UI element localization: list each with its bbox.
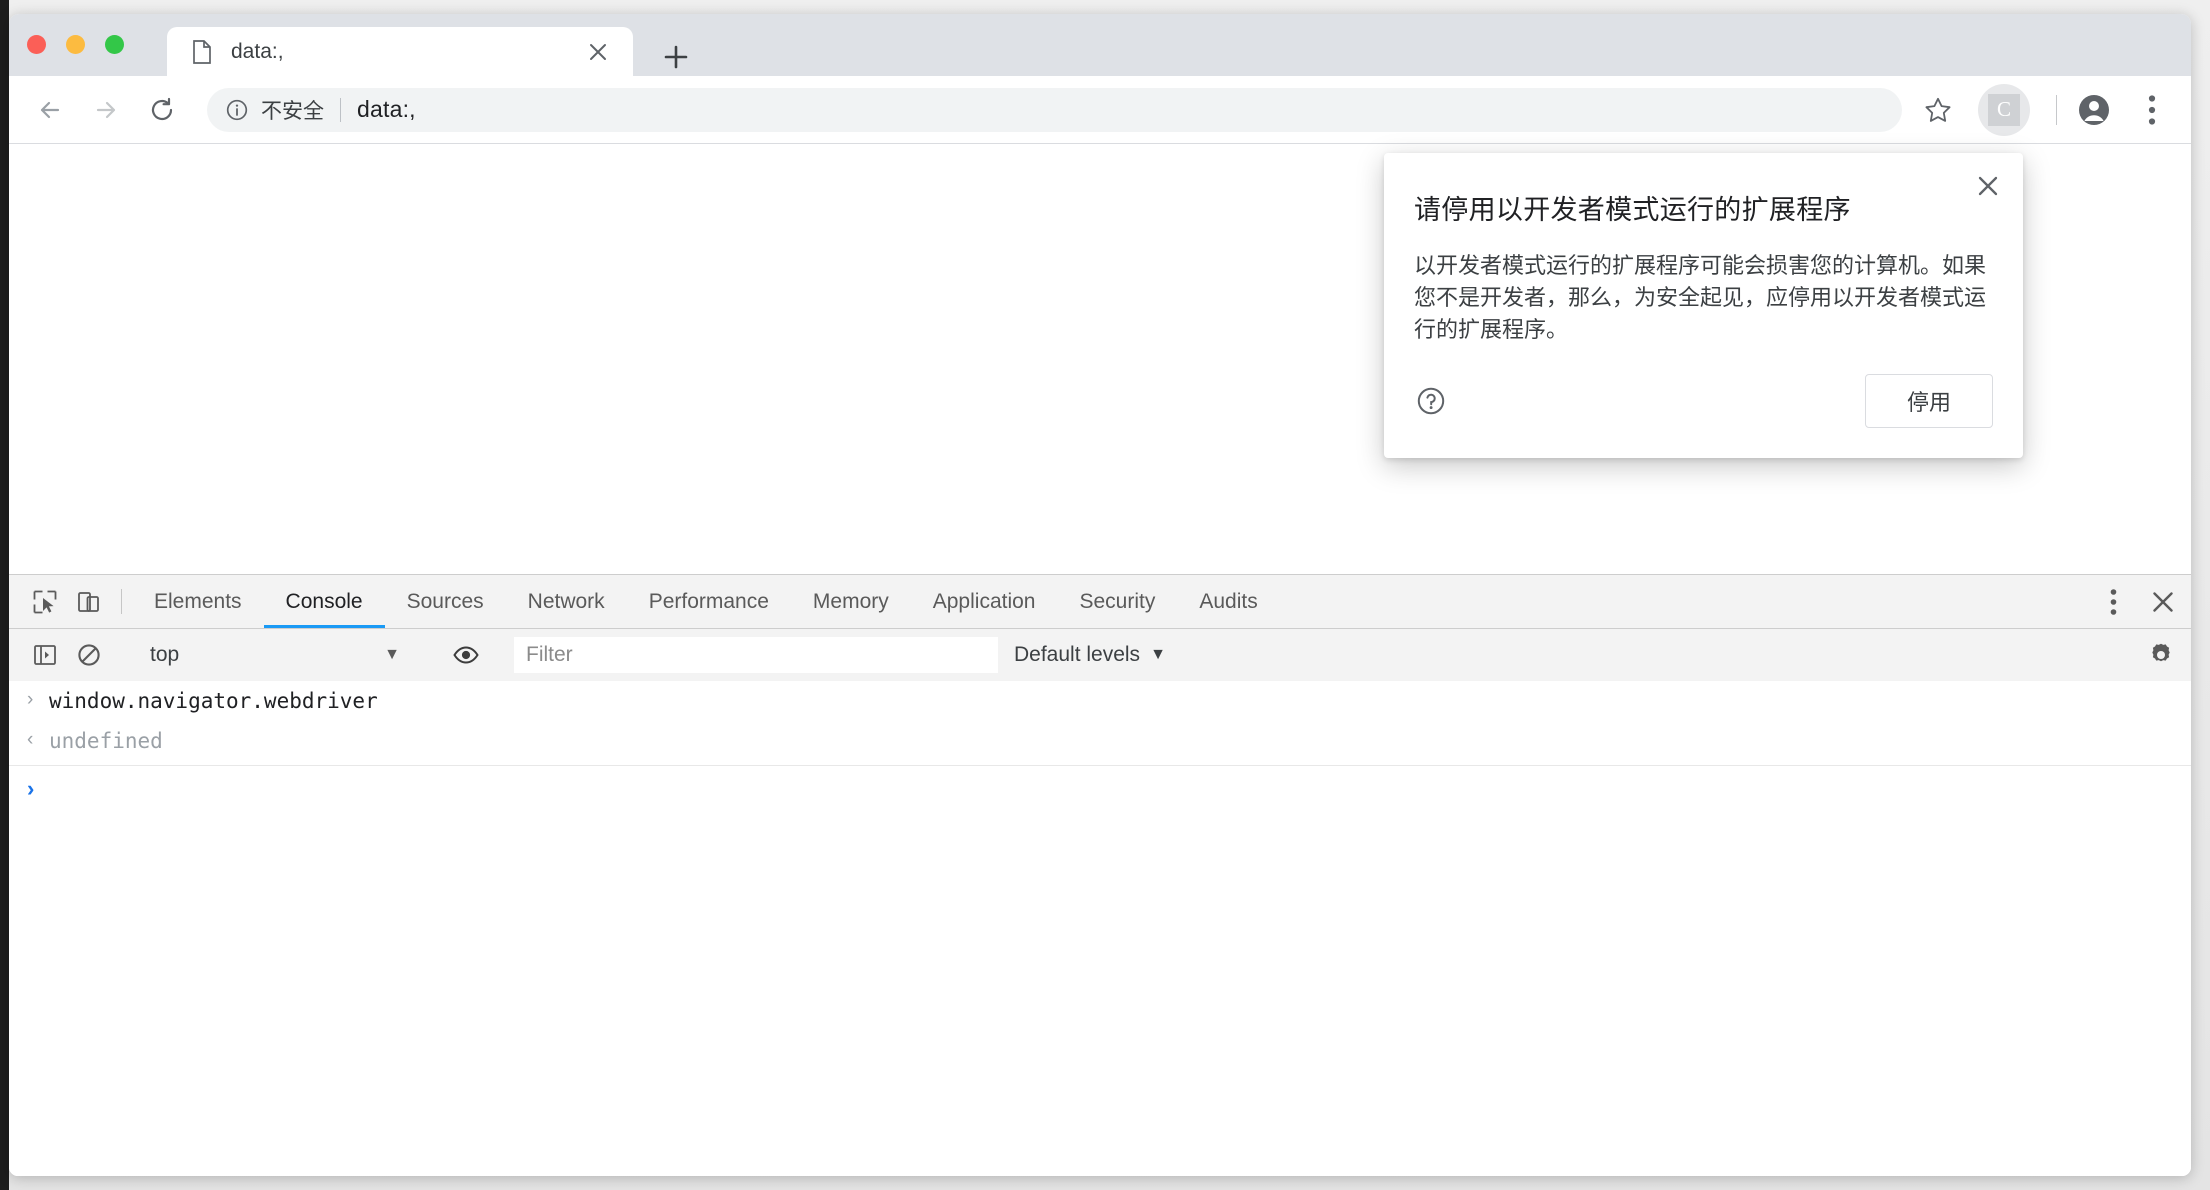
star-icon[interactable] <box>1920 92 1956 128</box>
chevron-down-icon: ▼ <box>384 646 400 663</box>
devtools-tab-elements[interactable]: Elements <box>132 575 264 628</box>
console-prompt-caret-icon: › <box>27 775 35 801</box>
devtools-tab-memory[interactable]: Memory <box>791 575 911 628</box>
new-tab-button[interactable] <box>659 40 693 74</box>
console-input-text: window.navigator.webdriver <box>49 689 378 713</box>
back-arrow-icon[interactable] <box>29 89 71 131</box>
console-row-result: ‹ undefined <box>9 721 2191 766</box>
devtools-tab-performance[interactable]: Performance <box>627 575 791 628</box>
close-icon[interactable] <box>583 37 613 67</box>
dialog-title: 请停用以开发者模式运行的扩展程序 <box>1414 195 1851 225</box>
console-toolbar: top ▼ Default levels ▼ <box>9 629 2191 682</box>
developer-mode-extension-warning-dialog: 请停用以开发者模式运行的扩展程序 以开发者模式运行的扩展程序可能会损害您的计算机… <box>1384 153 2023 458</box>
window-traffic-lights <box>27 35 124 54</box>
three-dot-menu-icon[interactable] <box>2135 91 2169 129</box>
forward-arrow-icon[interactable] <box>85 89 127 131</box>
console-levels-value: Default levels <box>1014 643 1141 666</box>
console-context-selector[interactable]: top ▼ <box>132 643 418 667</box>
devtools-tab-audits[interactable]: Audits <box>1177 575 1279 628</box>
address-bar-url: data:, <box>357 96 416 122</box>
devtools-tab-network[interactable]: Network <box>506 575 627 628</box>
devtools-tabbar: Elements Console Sources Network Perform… <box>9 575 2191 629</box>
console-filter-input[interactable] <box>514 637 998 673</box>
close-icon[interactable] <box>2135 590 2191 614</box>
console-row-input: › window.navigator.webdriver <box>9 681 2191 721</box>
window-maximize-button[interactable] <box>105 35 124 54</box>
close-icon[interactable] <box>1971 169 2005 203</box>
extension-icon-c[interactable]: C <box>1978 83 2030 136</box>
three-dot-menu-icon[interactable] <box>2091 588 2135 616</box>
account-circle-icon[interactable] <box>2075 91 2113 129</box>
devtools-tab-security[interactable]: Security <box>1057 575 1177 628</box>
devtools-panel: Elements Console Sources Network Perform… <box>9 574 2191 1176</box>
help-circle-icon[interactable] <box>1414 384 1448 418</box>
console-input-caret-icon: › <box>27 689 34 710</box>
window-minimize-button[interactable] <box>66 35 85 54</box>
extension-badge-letter: C <box>1988 93 2020 126</box>
desktop-background: data:, 不安全 data:, C 请停用以开发者模式运行的扩展程序 以开发… <box>0 0 2210 1190</box>
gear-icon[interactable] <box>2131 642 2191 668</box>
devtools-tab-console[interactable]: Console <box>263 575 385 628</box>
chevron-down-icon: ▼ <box>1150 646 1166 663</box>
console-output-area[interactable]: › window.navigator.webdriver ‹ undefined… <box>9 681 2191 1176</box>
address-bar[interactable]: 不安全 data:, <box>207 87 1902 132</box>
page-viewport: 请停用以开发者模式运行的扩展程序 以开发者模式运行的扩展程序可能会损害您的计算机… <box>9 144 2191 574</box>
console-context-value: top <box>150 643 180 666</box>
console-result-text: undefined <box>49 729 163 754</box>
omnibox-divider <box>340 97 341 122</box>
chrome-browser-window: data:, 不安全 data:, C 请停用以开发者模式运行的扩展程序 以开发… <box>9 14 2191 1176</box>
inspect-cursor-icon[interactable] <box>23 575 67 628</box>
window-close-button[interactable] <box>27 35 46 54</box>
live-expression-eye-icon[interactable] <box>439 642 493 668</box>
browser-toolbar: 不安全 data:, C <box>9 76 2191 144</box>
browser-tab-active[interactable]: data:, <box>167 27 633 76</box>
browser-tab-title: data:, <box>231 39 284 63</box>
device-toggle-icon[interactable] <box>67 575 111 628</box>
devtools-tab-sources[interactable]: Sources <box>385 575 506 628</box>
document-icon <box>191 39 213 64</box>
toolbar-divider <box>2056 94 2057 125</box>
devtools-tab-application[interactable]: Application <box>911 575 1058 628</box>
desktop-left-edge <box>0 0 9 1190</box>
disable-extension-button[interactable]: 停用 <box>1865 373 1993 428</box>
clear-console-icon[interactable] <box>67 643 111 667</box>
console-prompt-row[interactable]: › <box>9 766 2191 808</box>
dialog-footer: 停用 <box>1384 373 2023 458</box>
devtools-tabbar-right-controls <box>2070 575 2191 628</box>
console-output-caret-icon: ‹ <box>27 729 34 751</box>
console-sidebar-icon[interactable] <box>23 643 67 667</box>
dialog-body-text: 以开发者模式运行的扩展程序可能会损害您的计算机。如果您不是开发者，那么，为安全起… <box>1414 253 1987 342</box>
tab-strip: data:, <box>9 14 2191 76</box>
security-status-text: 不安全 <box>261 99 324 123</box>
reload-icon[interactable] <box>141 89 183 131</box>
info-circle-icon[interactable] <box>225 98 249 122</box>
devtools-toolbar-divider <box>121 589 122 614</box>
console-log-levels-selector[interactable]: Default levels ▼ <box>1014 643 1166 667</box>
